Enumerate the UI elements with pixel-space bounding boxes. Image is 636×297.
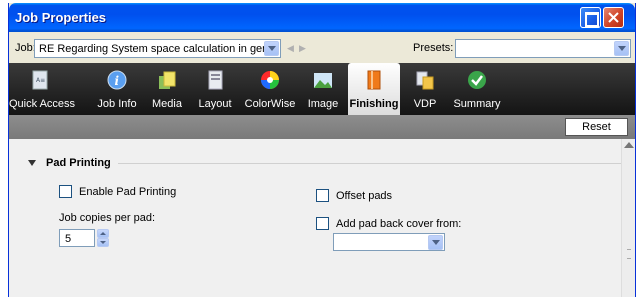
job-label: Job: [15, 42, 36, 54]
tab-label: Image [307, 98, 339, 110]
image-icon [314, 73, 332, 88]
chevron-down-icon[interactable] [428, 235, 443, 250]
tab-summary[interactable]: Summary [451, 63, 503, 115]
tab-colorwise[interactable]: ColorWise [241, 63, 299, 115]
scroll-up-icon[interactable] [624, 142, 634, 148]
copies-per-pad-label: Job copies per pad: [59, 212, 156, 224]
job-properties-window: Job Properties Job: RE Regarding System … [8, 3, 636, 297]
tab-finishing[interactable]: Finishing [348, 63, 400, 115]
job-row: Job: RE Regarding System space calculati… [9, 32, 635, 63]
close-icon [608, 12, 619, 23]
tab-label: Media [152, 98, 182, 110]
title-bar[interactable]: Job Properties [9, 3, 635, 32]
summary-check-icon [468, 71, 486, 89]
copies-per-pad-input[interactable]: 5 [59, 229, 95, 247]
svg-text:A≡: A≡ [36, 77, 45, 84]
tab-label: ColorWise [244, 98, 296, 110]
maximize-button[interactable] [580, 7, 601, 28]
offset-pads-label: Offset pads [336, 190, 393, 202]
media-icon [159, 71, 176, 89]
svg-text:i: i [115, 74, 120, 88]
tab-media[interactable]: Media [147, 63, 187, 115]
back-cover-checkbox[interactable] [316, 217, 329, 230]
job-dropdown-value: RE Regarding System space calculation in… [39, 43, 264, 55]
tab-vdp[interactable]: VDP [407, 63, 443, 115]
stepper-down-icon[interactable] [97, 238, 109, 247]
tab-job-info[interactable]: i Job Info [93, 63, 141, 115]
presets-dropdown[interactable] [455, 39, 631, 58]
quick-access-icon: A≡ [32, 70, 48, 90]
enable-pad-printing-label: Enable Pad Printing [79, 186, 177, 198]
nav-right-icon[interactable]: ▶ [299, 43, 306, 54]
tab-label: Job Info [97, 98, 137, 110]
tab-quick-access[interactable]: A≡ Quick Access [9, 63, 76, 115]
vdp-icon [416, 71, 434, 90]
tab-image[interactable]: Image [303, 63, 343, 115]
back-cover-dropdown[interactable] [333, 233, 445, 251]
tab-label: Finishing [349, 98, 399, 110]
category-toolbar: A≡ Quick Access i Job Info Media Layout … [9, 63, 635, 115]
reset-button[interactable]: Reset [565, 118, 628, 136]
finishing-panel: Pad Printing Enable Pad Printing Job cop… [9, 139, 635, 297]
finishing-icon [367, 70, 381, 90]
section-divider [118, 163, 623, 164]
chevron-down-icon[interactable] [264, 41, 279, 56]
section-title: Pad Printing [46, 157, 111, 169]
copies-stepper[interactable] [97, 229, 109, 247]
presets-label: Presets: [413, 42, 454, 54]
window-title: Job Properties [15, 10, 107, 25]
tab-layout[interactable]: Layout [193, 63, 237, 115]
collapse-triangle-icon[interactable] [28, 160, 36, 166]
close-button[interactable] [603, 7, 624, 28]
scroll-grip[interactable] [627, 249, 631, 259]
tab-label: Summary [453, 98, 501, 110]
tab-label: VDP [413, 98, 437, 110]
tab-label: Layout [198, 98, 232, 110]
nav-left-icon[interactable]: ◀ [287, 43, 294, 54]
enable-pad-printing-checkbox[interactable] [59, 185, 72, 198]
tab-label: Quick Access [9, 98, 76, 110]
chevron-down-icon[interactable] [614, 41, 629, 56]
offset-pads-checkbox[interactable] [316, 189, 329, 202]
color-wheel-icon [261, 71, 279, 89]
layout-icon [208, 70, 223, 90]
info-icon: i [107, 70, 127, 90]
stepper-up-icon[interactable] [97, 229, 109, 238]
job-dropdown[interactable]: RE Regarding System space calculation in… [34, 39, 281, 58]
action-strip: Reset [9, 115, 635, 139]
vertical-scrollbar[interactable] [621, 139, 635, 297]
back-cover-label: Add pad back cover from: [336, 218, 462, 230]
